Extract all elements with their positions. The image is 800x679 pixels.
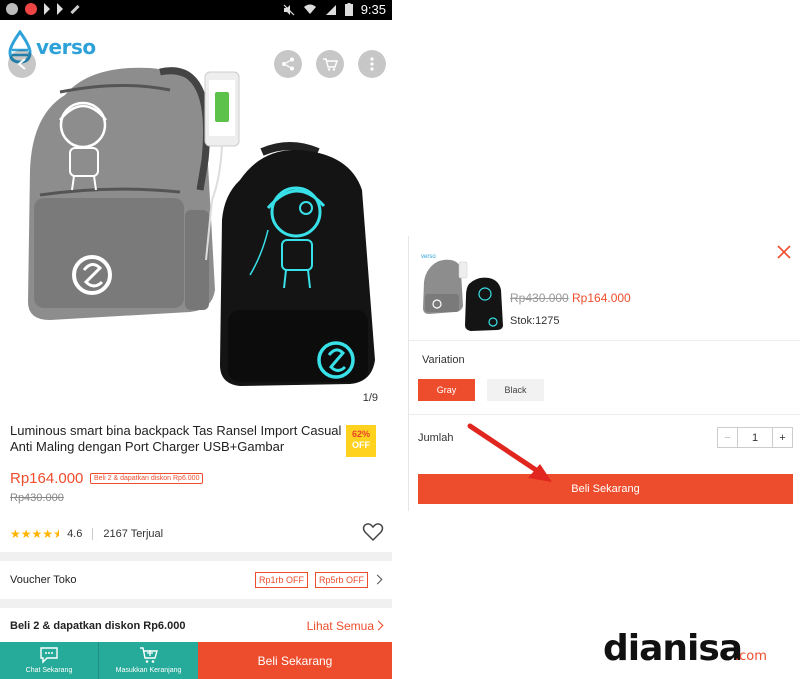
add-to-cart-button[interactable]: Masukkan Keranjang [99,642,198,679]
back-button[interactable] [8,50,36,78]
brand-logo-text: verso [36,35,96,59]
variation-label: Variation [422,354,465,366]
mute-icon [283,4,295,15]
back-icon [17,58,26,70]
heart-icon[interactable] [362,522,384,542]
add-to-cart-icon [139,647,158,663]
product-info: Luminous smart bina backpack Tas Ransel … [0,412,392,552]
chevron-right-icon [372,574,383,585]
divider [409,340,800,341]
cart-button[interactable] [316,50,344,78]
modal-price: Rp164.000 [572,291,631,305]
discount-badge: 62% OFF [346,425,376,457]
sold-count: 2167 Terjual [103,528,164,540]
signal-icon [325,4,336,15]
bundle-deal-row[interactable]: Beli 2 & dapatkan diskon Rp6.000 Lihat S… [0,608,392,642]
clock: 9:35 [360,2,386,17]
star-icon: ★ [31,527,43,541]
product-page: 9:35 verso 1/9 Luminous smart bina backp… [0,0,392,679]
watermark: dianisa .com [603,628,767,668]
rating-row: ★★★★★ 4.6 2167 Terjual [10,523,384,542]
chevron-right-icon [373,620,384,631]
voucher-tag[interactable]: Rp1rb OFF [255,572,309,588]
quantity-stepper: − 1 + [717,427,793,448]
rating-value: 4.6 [67,528,83,540]
thumbnail-logo-text: verso [421,254,436,260]
variation-option-gray[interactable]: Gray [418,379,475,401]
product-price: Rp164.000 [10,470,84,487]
notification-icon [44,3,50,15]
wifi-icon [303,4,316,14]
star-icon: ★ [42,527,54,541]
product-thumbnail: verso [417,244,507,334]
close-icon[interactable] [776,244,792,260]
cart-icon [323,58,338,71]
share-icon [282,57,294,71]
modal-stock: Stok:1275 [510,315,560,327]
shop-voucher-row[interactable]: Voucher Toko Rp1rb OFF Rp5rb OFF [0,561,392,599]
quantity-decrement-button[interactable]: − [718,428,738,447]
product-title: Luminous smart bina backpack Tas Ransel … [10,423,342,454]
chat-icon [40,647,58,664]
buy-now-button[interactable]: Beli Sekarang [198,642,392,679]
screenshot: 9:35 verso 1/9 Luminous smart bina backp… [0,0,800,679]
divider [92,528,94,540]
original-price: Rp430.000 [10,492,64,504]
status-bar: 9:35 [0,0,392,20]
notification-icon [57,3,63,15]
variation-option-black[interactable]: Black [487,379,544,401]
voucher-label: Voucher Toko [10,574,77,586]
discount-percent: 62% [351,429,370,439]
star-icon: ★ [10,527,21,541]
more-icon [370,57,374,71]
star-icon: ★ [20,527,32,541]
red-arrow-annotation [467,423,552,482]
discount-off: OFF [352,440,370,450]
image-counter: 1/9 [362,392,378,404]
notification-icon [25,3,37,15]
rating-stars: ★★★★★ [10,527,59,541]
bottom-action-bar: Chat Sekarang Masukkan Keranjang Beli Se… [0,642,392,679]
wrench-icon [70,4,80,15]
promo-tag: Beli 2 & dapatkan diskon Rp6.000 [90,473,204,484]
quantity-value[interactable]: 1 [738,428,772,447]
divider [409,414,800,415]
chat-button[interactable]: Chat Sekarang [0,642,99,679]
watermark-text: dianisa [603,628,742,668]
quantity-increment-button[interactable]: + [772,428,792,447]
backpack-image [28,67,375,386]
star-icon: ★ [53,527,60,541]
watermark-suffix: .com [735,649,767,664]
more-button[interactable] [358,50,386,78]
quantity-label: Jumlah [418,432,454,444]
voucher-tag[interactable]: Rp5rb OFF [315,572,369,588]
modal-original-price: Rp430.000 [510,291,569,305]
battery-icon [344,3,353,16]
chat-label: Chat Sekarang [25,667,73,674]
notification-icon [6,3,18,15]
see-all-link[interactable]: Lihat Semua [307,619,374,633]
add-to-cart-label: Masukkan Keranjang [115,667,182,674]
share-button[interactable] [274,50,302,78]
bundle-label: Beli 2 & dapatkan diskon Rp6.000 [10,620,186,632]
product-image-carousel[interactable]: verso 1/9 [0,20,392,412]
